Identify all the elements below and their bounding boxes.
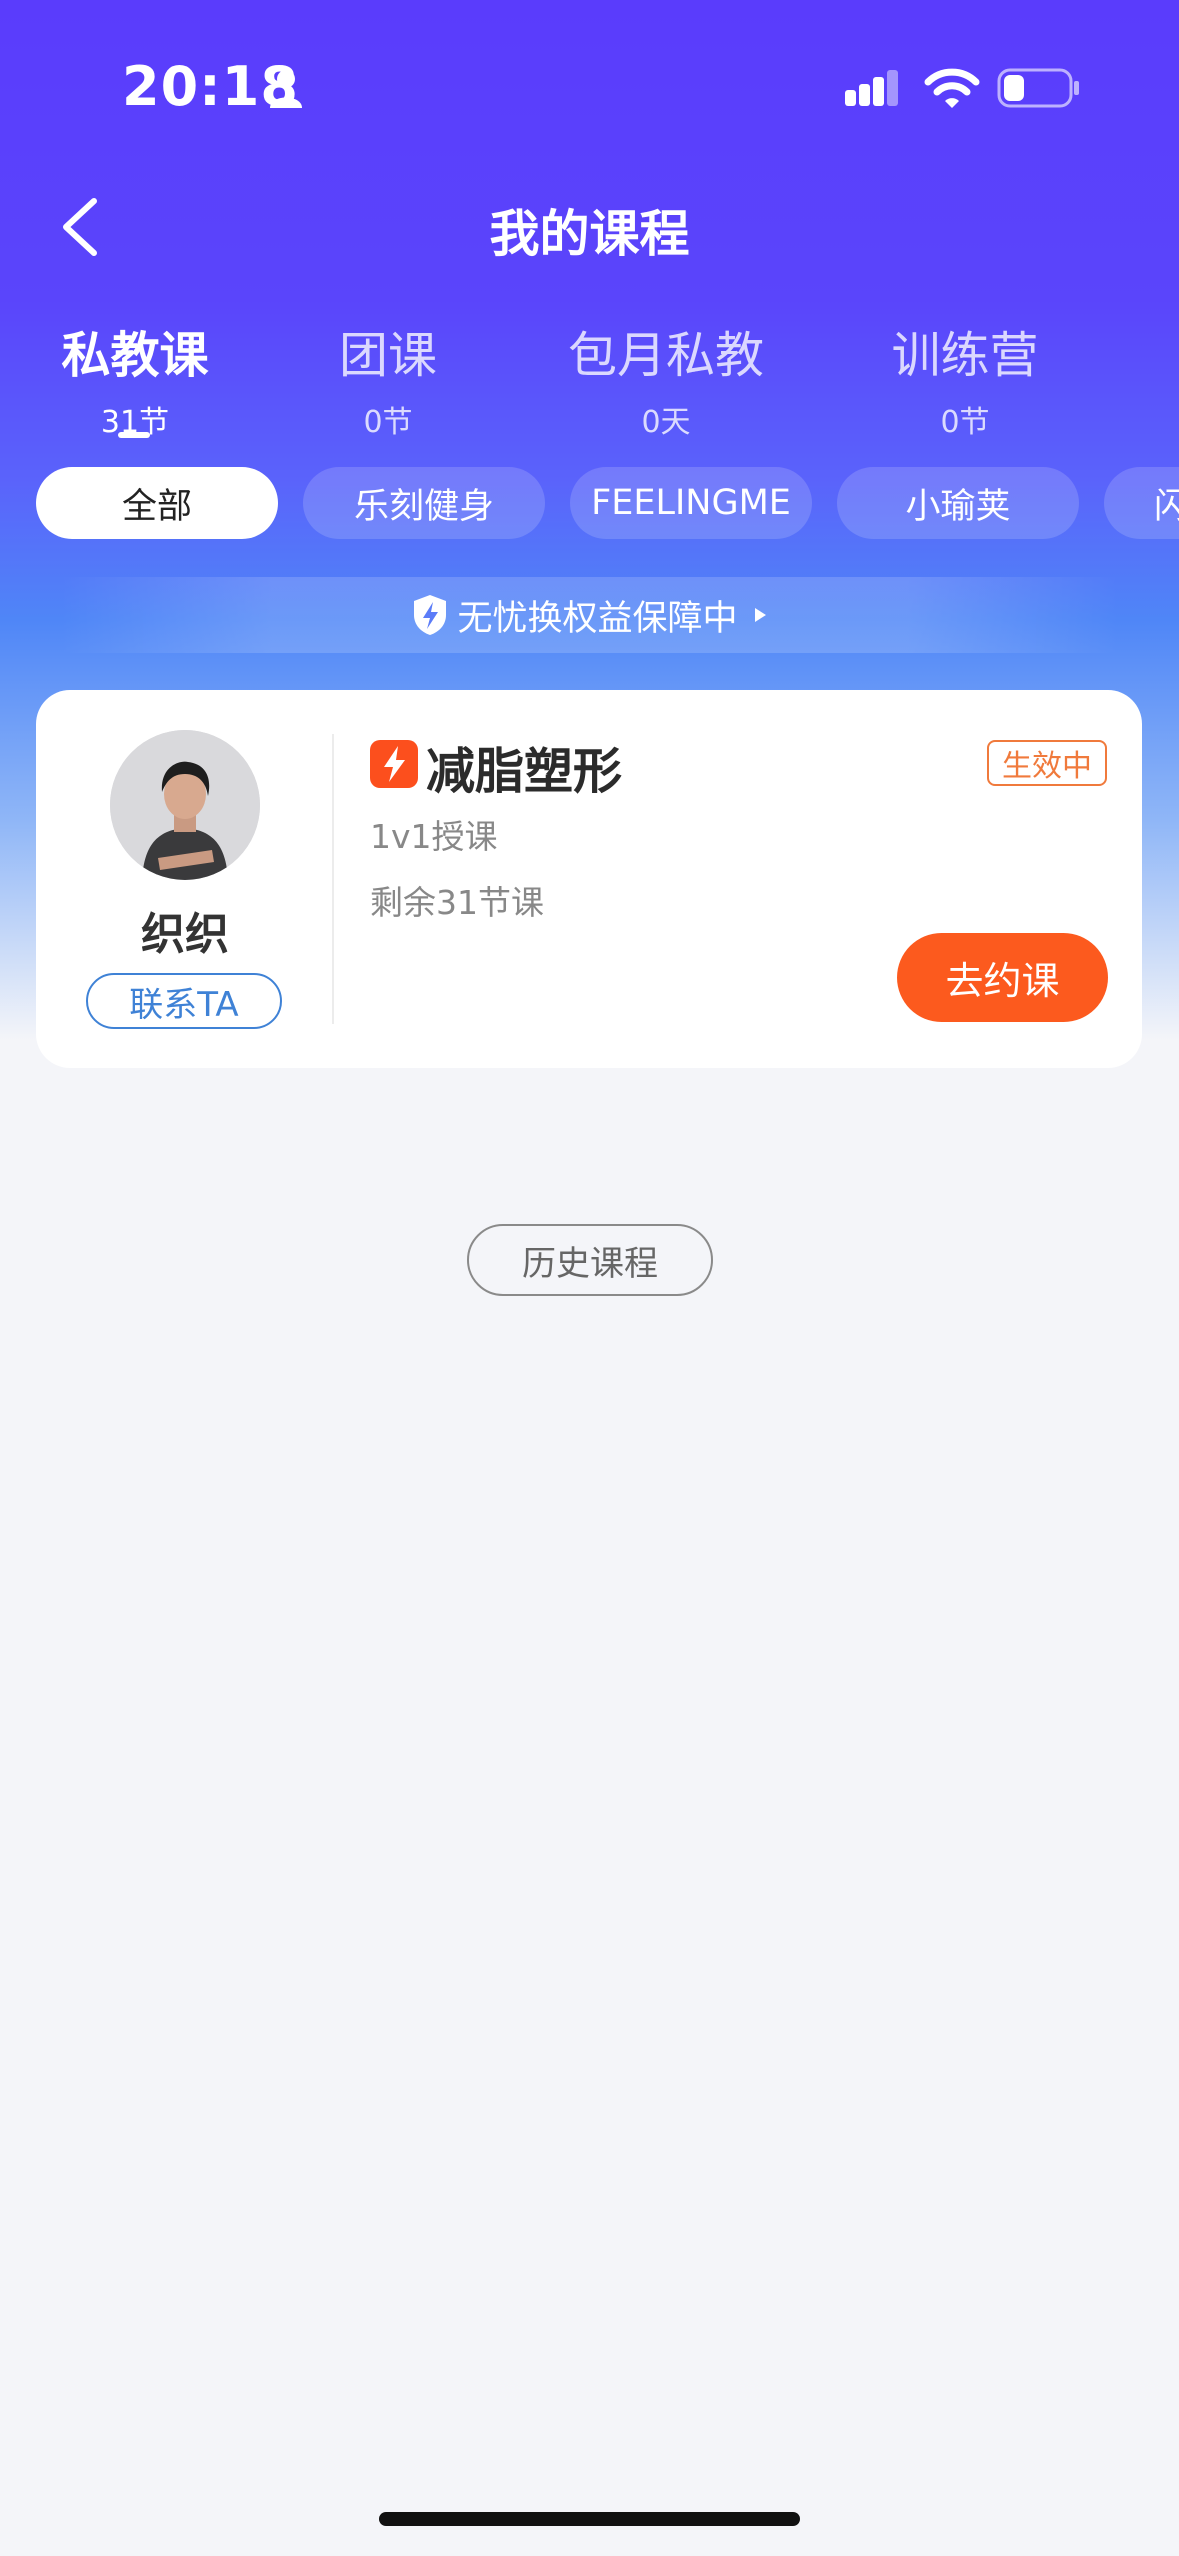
- page-title: 我的课程: [489, 205, 690, 263]
- banner-text: 无忧换权益保障中: [457, 598, 738, 639]
- status-badge: 生效中: [987, 740, 1107, 786]
- wifi-icon: [924, 68, 980, 108]
- active-tab-indicator: [118, 432, 150, 438]
- coach-name: 织织: [141, 909, 229, 960]
- history-courses-button[interactable]: 历史课程: [467, 1224, 713, 1296]
- tab-label: 私教课: [61, 327, 209, 384]
- filter-chip-row[interactable]: 全部 乐刻健身 FEELINGME 小瑜荚 闪: [0, 467, 1179, 541]
- filter-chip-all[interactable]: 全部: [36, 467, 278, 539]
- tab-label: 团课: [338, 327, 437, 384]
- course-type: 1v1授课: [370, 817, 498, 856]
- lightning-icon: [370, 740, 418, 788]
- tab-training-camp[interactable]: 训练营 0节: [880, 316, 1050, 441]
- tab-private-training[interactable]: 私教课 31节: [50, 316, 220, 441]
- contact-coach-button[interactable]: 联系TA: [86, 973, 282, 1029]
- home-indicator: [379, 2512, 800, 2526]
- card-divider: [332, 734, 334, 1024]
- tab-label: 训练营: [891, 327, 1039, 384]
- guarantee-banner[interactable]: 无忧换权益保障中: [60, 577, 1119, 653]
- play-arrow-icon: [754, 608, 766, 622]
- filter-chip-partial[interactable]: 闪: [1104, 467, 1179, 539]
- filter-chip-xiaoyujia[interactable]: 小瑜荚: [837, 467, 1079, 539]
- course-card[interactable]: 织织 联系TA 减脂塑形 生效中 1v1授课 剩余31节课 去约课: [36, 690, 1142, 1068]
- tab-count: 0天: [641, 405, 691, 440]
- tab-label: 包月私教: [567, 327, 764, 384]
- tab-count: 0节: [363, 405, 413, 440]
- person-icon: [270, 70, 302, 108]
- status-bar: 20:18: [0, 0, 1179, 170]
- coach-photo-icon: [110, 730, 260, 880]
- remaining-sessions: 剩余31节课: [370, 883, 544, 922]
- book-class-button[interactable]: 去约课: [897, 933, 1108, 1022]
- cellular-signal-icon: [845, 70, 898, 106]
- coach-avatar[interactable]: [110, 730, 260, 880]
- course-title: 减脂塑形: [426, 743, 623, 800]
- filter-chip-feelingme[interactable]: FEELINGME: [570, 467, 812, 539]
- tab-monthly-private[interactable]: 包月私教 0天: [556, 316, 776, 441]
- battery-icon: [997, 68, 1079, 108]
- shield-icon: [414, 595, 447, 635]
- tab-group-class[interactable]: 团课 0节: [318, 316, 458, 441]
- tab-count: 0节: [940, 405, 990, 440]
- filter-chip-leke[interactable]: 乐刻健身: [303, 467, 545, 539]
